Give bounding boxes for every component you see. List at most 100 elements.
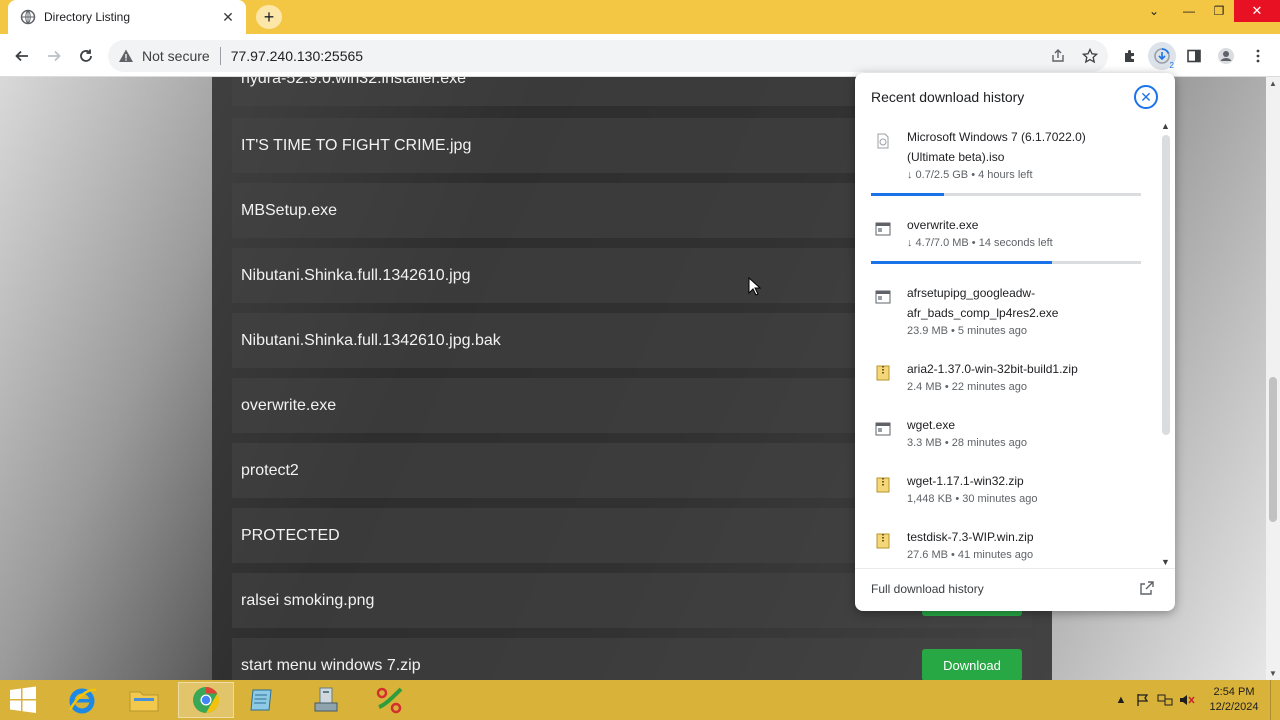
- download-progress-icon: [1154, 48, 1170, 64]
- download-file-name: aria2-1.37.0-win-32bit-build1.zip: [907, 362, 1078, 376]
- volume-muted-icon[interactable]: [1176, 689, 1198, 711]
- taskbar-notepad[interactable]: [234, 682, 290, 718]
- file-name[interactable]: protect2: [241, 462, 299, 480]
- not-secure-label[interactable]: Not secure: [142, 48, 210, 64]
- reload-icon: [80, 49, 92, 62]
- file-name[interactable]: hydra-52.9.0.win32.installer.exe: [241, 77, 466, 88]
- download-item[interactable]: aria2-1.37.0-win-32bit-build1.zip 2.4 MB…: [855, 353, 1155, 401]
- download-item[interactable]: afrsetupipg_googleadw-afr_bads_comp_lp4r…: [855, 277, 1155, 339]
- download-progress-bar: [871, 193, 1141, 196]
- download-button[interactable]: Download: [922, 649, 1022, 680]
- download-progress-bar: [871, 261, 1141, 264]
- download-file-name: afrsetupipg_googleadw-afr_bads_comp_lp4r…: [907, 286, 1059, 320]
- window-controls: ⌄ — ❐ ✕: [1134, 0, 1280, 24]
- panel-title: Recent download history: [871, 89, 1025, 105]
- scroll-up-icon[interactable]: ▲: [1161, 121, 1170, 131]
- download-file-name: wget-1.17.1-win32.zip: [907, 474, 1024, 488]
- menu-kebab-icon[interactable]: [1244, 42, 1272, 70]
- new-tab-button[interactable]: +: [256, 5, 282, 29]
- scrollbar-thumb[interactable]: [1162, 135, 1170, 435]
- download-item[interactable]: overwrite.exe ↓ 4.7/7.0 MB • 14 seconds …: [855, 209, 1155, 267]
- taskbar-chrome[interactable]: [178, 682, 234, 718]
- download-list-scrollbar[interactable]: ▲ ▼: [1159, 121, 1173, 567]
- address-bar[interactable]: Not secure 77.97.240.130:25565: [108, 40, 1108, 72]
- clock-date: 12/2/2024: [1209, 701, 1259, 713]
- tab-directory-listing[interactable]: Directory Listing ✕: [8, 0, 246, 34]
- notepad-icon: [250, 689, 272, 711]
- download-item[interactable]: testdisk-7.3-WIP.win.zip 27.6 MB • 41 mi…: [855, 521, 1155, 567]
- forward-arrow-icon: [48, 50, 61, 62]
- file-name[interactable]: ralsei smoking.png: [241, 592, 374, 610]
- download-history-panel: Recent download history ✕ Microsoft Wind…: [855, 73, 1175, 611]
- show-desktop-button[interactable]: [1270, 680, 1280, 720]
- show-hidden-icons-icon[interactable]: ▲: [1110, 689, 1132, 711]
- download-status: ↓ 0.7/2.5 GB • 4 hours left: [907, 169, 1033, 181]
- zip-file-icon: [876, 533, 890, 549]
- profile-avatar-icon[interactable]: [1212, 42, 1240, 70]
- download-status: 3.3 MB • 28 minutes ago: [907, 437, 1028, 449]
- list-item[interactable]: start menu windows 7.zip Download: [232, 638, 1032, 680]
- extensions-puzzle-icon[interactable]: [1116, 42, 1144, 70]
- file-name[interactable]: Nibutani.Shinka.full.1342610.jpg.bak: [241, 332, 501, 350]
- file-name[interactable]: Nibutani.Shinka.full.1342610.jpg: [241, 267, 471, 285]
- minimize-button[interactable]: —: [1174, 0, 1204, 22]
- warning-icon[interactable]: [118, 48, 134, 64]
- download-status: 2.4 MB • 22 minutes ago: [907, 381, 1028, 393]
- tab-title: Directory Listing: [44, 10, 131, 24]
- taskbar-device-manager[interactable]: [298, 682, 354, 718]
- clock[interactable]: 2:54 PM 12/2/2024: [1198, 685, 1270, 715]
- clock-time: 2:54 PM: [1213, 686, 1255, 698]
- file-name[interactable]: MBSetup.exe: [241, 202, 337, 220]
- windows-taskbar: ▲ 2:54 PM 12/2/2024: [0, 680, 1280, 720]
- forward-button[interactable]: [40, 42, 68, 70]
- page-scrollbar[interactable]: ▲ ▼: [1266, 77, 1280, 680]
- full-history-label[interactable]: Full download history: [871, 582, 984, 596]
- url-text[interactable]: 77.97.240.130:25565: [231, 48, 363, 64]
- taskbar-internet-explorer[interactable]: [54, 682, 110, 718]
- restore-button[interactable]: ❐: [1204, 0, 1234, 22]
- download-file-name: Microsoft Windows 7 (6.1.7022.0) (Ultima…: [907, 130, 1086, 164]
- scroll-down-icon[interactable]: ▼: [1161, 557, 1170, 567]
- globe-icon: [20, 9, 36, 25]
- downloads-button[interactable]: 2: [1148, 42, 1176, 70]
- download-progress-fill: [871, 261, 1052, 264]
- share-icon[interactable]: [1044, 42, 1072, 70]
- download-item[interactable]: wget-1.17.1-win32.zip 1,448 KB • 30 minu…: [855, 465, 1155, 513]
- file-name[interactable]: PROTECTED: [241, 527, 340, 545]
- tab-search-chevron-icon[interactable]: ⌄: [1134, 0, 1174, 22]
- bookmark-star-icon[interactable]: [1076, 42, 1104, 70]
- action-center-flag-icon[interactable]: [1132, 689, 1154, 711]
- title-bar: Directory Listing ✕ + ⌄ — ❐ ✕: [0, 0, 1280, 34]
- scroll-up-icon[interactable]: ▲: [1269, 79, 1277, 88]
- download-item[interactable]: wget.exe 3.3 MB • 28 minutes ago: [855, 409, 1155, 457]
- omnibox-divider: [219, 47, 221, 65]
- folder-icon: [129, 691, 159, 712]
- start-button[interactable]: [8, 686, 40, 714]
- network-icon[interactable]: [1154, 689, 1176, 711]
- file-name[interactable]: IT'S TIME TO FIGHT CRIME.jpg: [241, 137, 471, 155]
- download-item[interactable]: Microsoft Windows 7 (6.1.7022.0) (Ultima…: [855, 121, 1155, 199]
- file-name[interactable]: start menu windows 7.zip: [241, 657, 421, 675]
- back-button[interactable]: [8, 42, 36, 70]
- windows-logo-icon: [10, 686, 36, 713]
- open-external-icon[interactable]: [1139, 580, 1155, 596]
- scrollbar-thumb[interactable]: [1269, 377, 1277, 522]
- zip-file-icon: [876, 477, 890, 493]
- tab-close-icon[interactable]: ✕: [220, 9, 236, 26]
- taskbar-file-explorer[interactable]: [116, 682, 172, 718]
- close-panel-button[interactable]: ✕: [1134, 85, 1158, 109]
- omnibox-actions: [1044, 42, 1104, 70]
- scroll-down-icon[interactable]: ▼: [1269, 669, 1277, 678]
- close-window-button[interactable]: ✕: [1234, 0, 1280, 22]
- full-history-link[interactable]: Full download history: [855, 568, 1175, 611]
- browser-toolbar: Not secure 77.97.240.130:25565 2: [0, 34, 1280, 77]
- download-status: 23.9 MB • 5 minutes ago: [907, 325, 1028, 337]
- download-status: 27.6 MB • 41 minutes ago: [907, 549, 1034, 561]
- reload-button[interactable]: [72, 42, 100, 70]
- system-tray: ▲ 2:54 PM 12/2/2024: [1110, 680, 1280, 720]
- taskbar-snipping-tool[interactable]: [362, 682, 418, 718]
- exe-file-icon: [875, 422, 891, 436]
- file-name[interactable]: overwrite.exe: [241, 397, 336, 415]
- internet-explorer-icon: [68, 688, 97, 714]
- side-panel-icon[interactable]: [1180, 42, 1208, 70]
